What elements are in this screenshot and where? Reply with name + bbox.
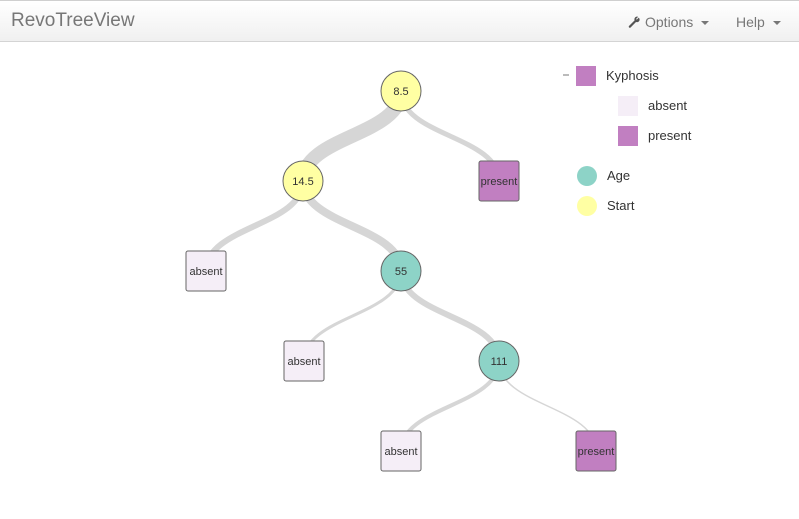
legend-label: absent — [648, 98, 687, 113]
node-label: present — [481, 176, 518, 188]
tree-node-leaf[interactable]: absent — [185, 250, 227, 292]
legend-response[interactable]: Kyphosis — [563, 66, 659, 86]
wrench-icon — [628, 16, 640, 28]
tree-node-split[interactable]: 55 — [380, 250, 422, 292]
legend: Kyphosis absent present Age Start — [563, 66, 692, 216]
legend-variable-item: Start — [577, 196, 635, 216]
app-title[interactable]: RevoTreeView — [11, 10, 135, 32]
legend-swatch — [577, 196, 597, 216]
node-label: absent — [287, 356, 320, 368]
tree-node-leaf[interactable]: absent — [380, 430, 422, 472]
legend-class-item: absent — [618, 96, 687, 116]
legend-class-item: present — [618, 126, 692, 146]
help-menu-button[interactable]: Help — [736, 14, 781, 30]
tree-node-split[interactable]: 8.5 — [380, 70, 422, 112]
legend-swatch — [577, 166, 597, 186]
legend-swatch — [618, 126, 638, 146]
tree-node-leaf[interactable]: present — [575, 430, 617, 472]
tree-node-leaf[interactable]: present — [478, 160, 520, 202]
legend-swatch — [576, 66, 596, 86]
options-menu-label: Options — [645, 14, 694, 30]
legend-label: Kyphosis — [606, 68, 659, 83]
tree-canvas: 8.5 14.5 55 111 present absent absent ab… — [185, 66, 692, 472]
node-label: 55 — [395, 266, 407, 278]
options-menu-button[interactable]: Options — [628, 14, 710, 30]
node-label: absent — [384, 446, 417, 458]
legend-swatch — [618, 96, 638, 116]
legend-label: Age — [607, 168, 630, 183]
chevron-down-icon — [772, 21, 781, 25]
legend-variable-item: Age — [577, 166, 630, 186]
tree-node-split[interactable]: 111 — [478, 340, 520, 382]
navbar: RevoTreeView Options Help — [0, 0, 799, 42]
chevron-down-icon — [701, 21, 710, 25]
legend-label: Start — [607, 198, 635, 213]
node-label: present — [578, 446, 615, 458]
node-label: 14.5 — [292, 176, 313, 188]
tree-node-leaf[interactable]: absent — [283, 340, 325, 382]
legend-label: present — [648, 128, 692, 143]
tree-node-split[interactable]: 14.5 — [282, 160, 324, 202]
node-label: 8.5 — [393, 86, 408, 98]
help-menu-label: Help — [736, 14, 765, 30]
node-label: 111 — [491, 356, 508, 368]
node-label: absent — [189, 266, 222, 278]
